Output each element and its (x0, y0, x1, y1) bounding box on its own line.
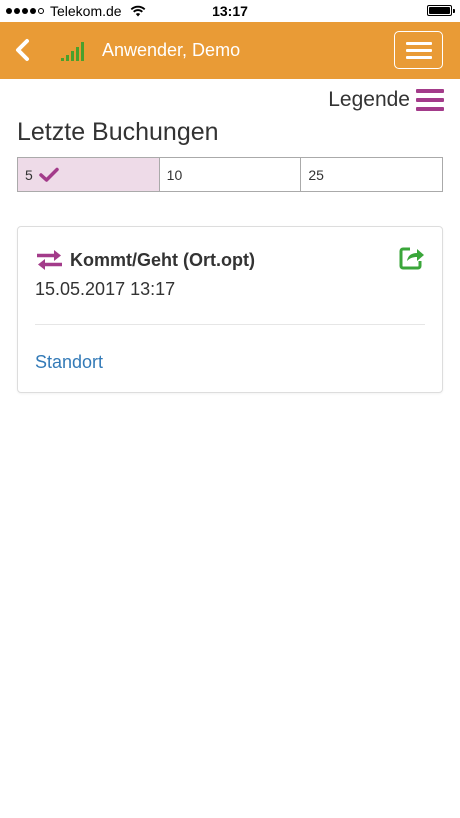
user-name: Anwender, Demo (102, 40, 241, 60)
count-option-5[interactable]: 5 (17, 157, 160, 192)
app-header: Anwender, Demo (0, 22, 460, 79)
count-option-label: 5 (25, 166, 33, 183)
swap-arrows-icon (37, 250, 62, 270)
share-icon[interactable] (399, 244, 425, 270)
menu-button[interactable] (394, 31, 443, 69)
booking-header: Kommt/Geht (Ort.opt) (35, 249, 255, 271)
check-icon (39, 167, 59, 182)
count-option-label: 25 (308, 166, 324, 183)
battery-icon (427, 5, 455, 16)
booking-card: Kommt/Geht (Ort.opt) 15.05.2017 13:17 St… (17, 226, 443, 393)
count-selector: 5 10 25 (17, 157, 444, 192)
legend-label: Legende (328, 88, 410, 111)
list-icon (416, 89, 444, 111)
signal-strength-icon (61, 42, 84, 61)
page-title: Letzte Buchungen (17, 118, 219, 146)
count-option-25[interactable]: 25 (300, 157, 444, 192)
legend-button[interactable]: Legende (328, 88, 444, 112)
back-icon[interactable] (10, 36, 38, 64)
location-link[interactable]: Standort (35, 352, 103, 373)
status-bar: Telekom.de 13:17 (0, 0, 460, 22)
booking-datetime: 15.05.2017 13:17 (35, 279, 176, 299)
count-option-10[interactable]: 10 (158, 157, 302, 192)
divider (35, 324, 425, 325)
booking-title: Kommt/Geht (Ort.opt) (70, 249, 255, 270)
count-option-label: 10 (166, 166, 183, 183)
status-time: 13:17 (212, 3, 248, 19)
